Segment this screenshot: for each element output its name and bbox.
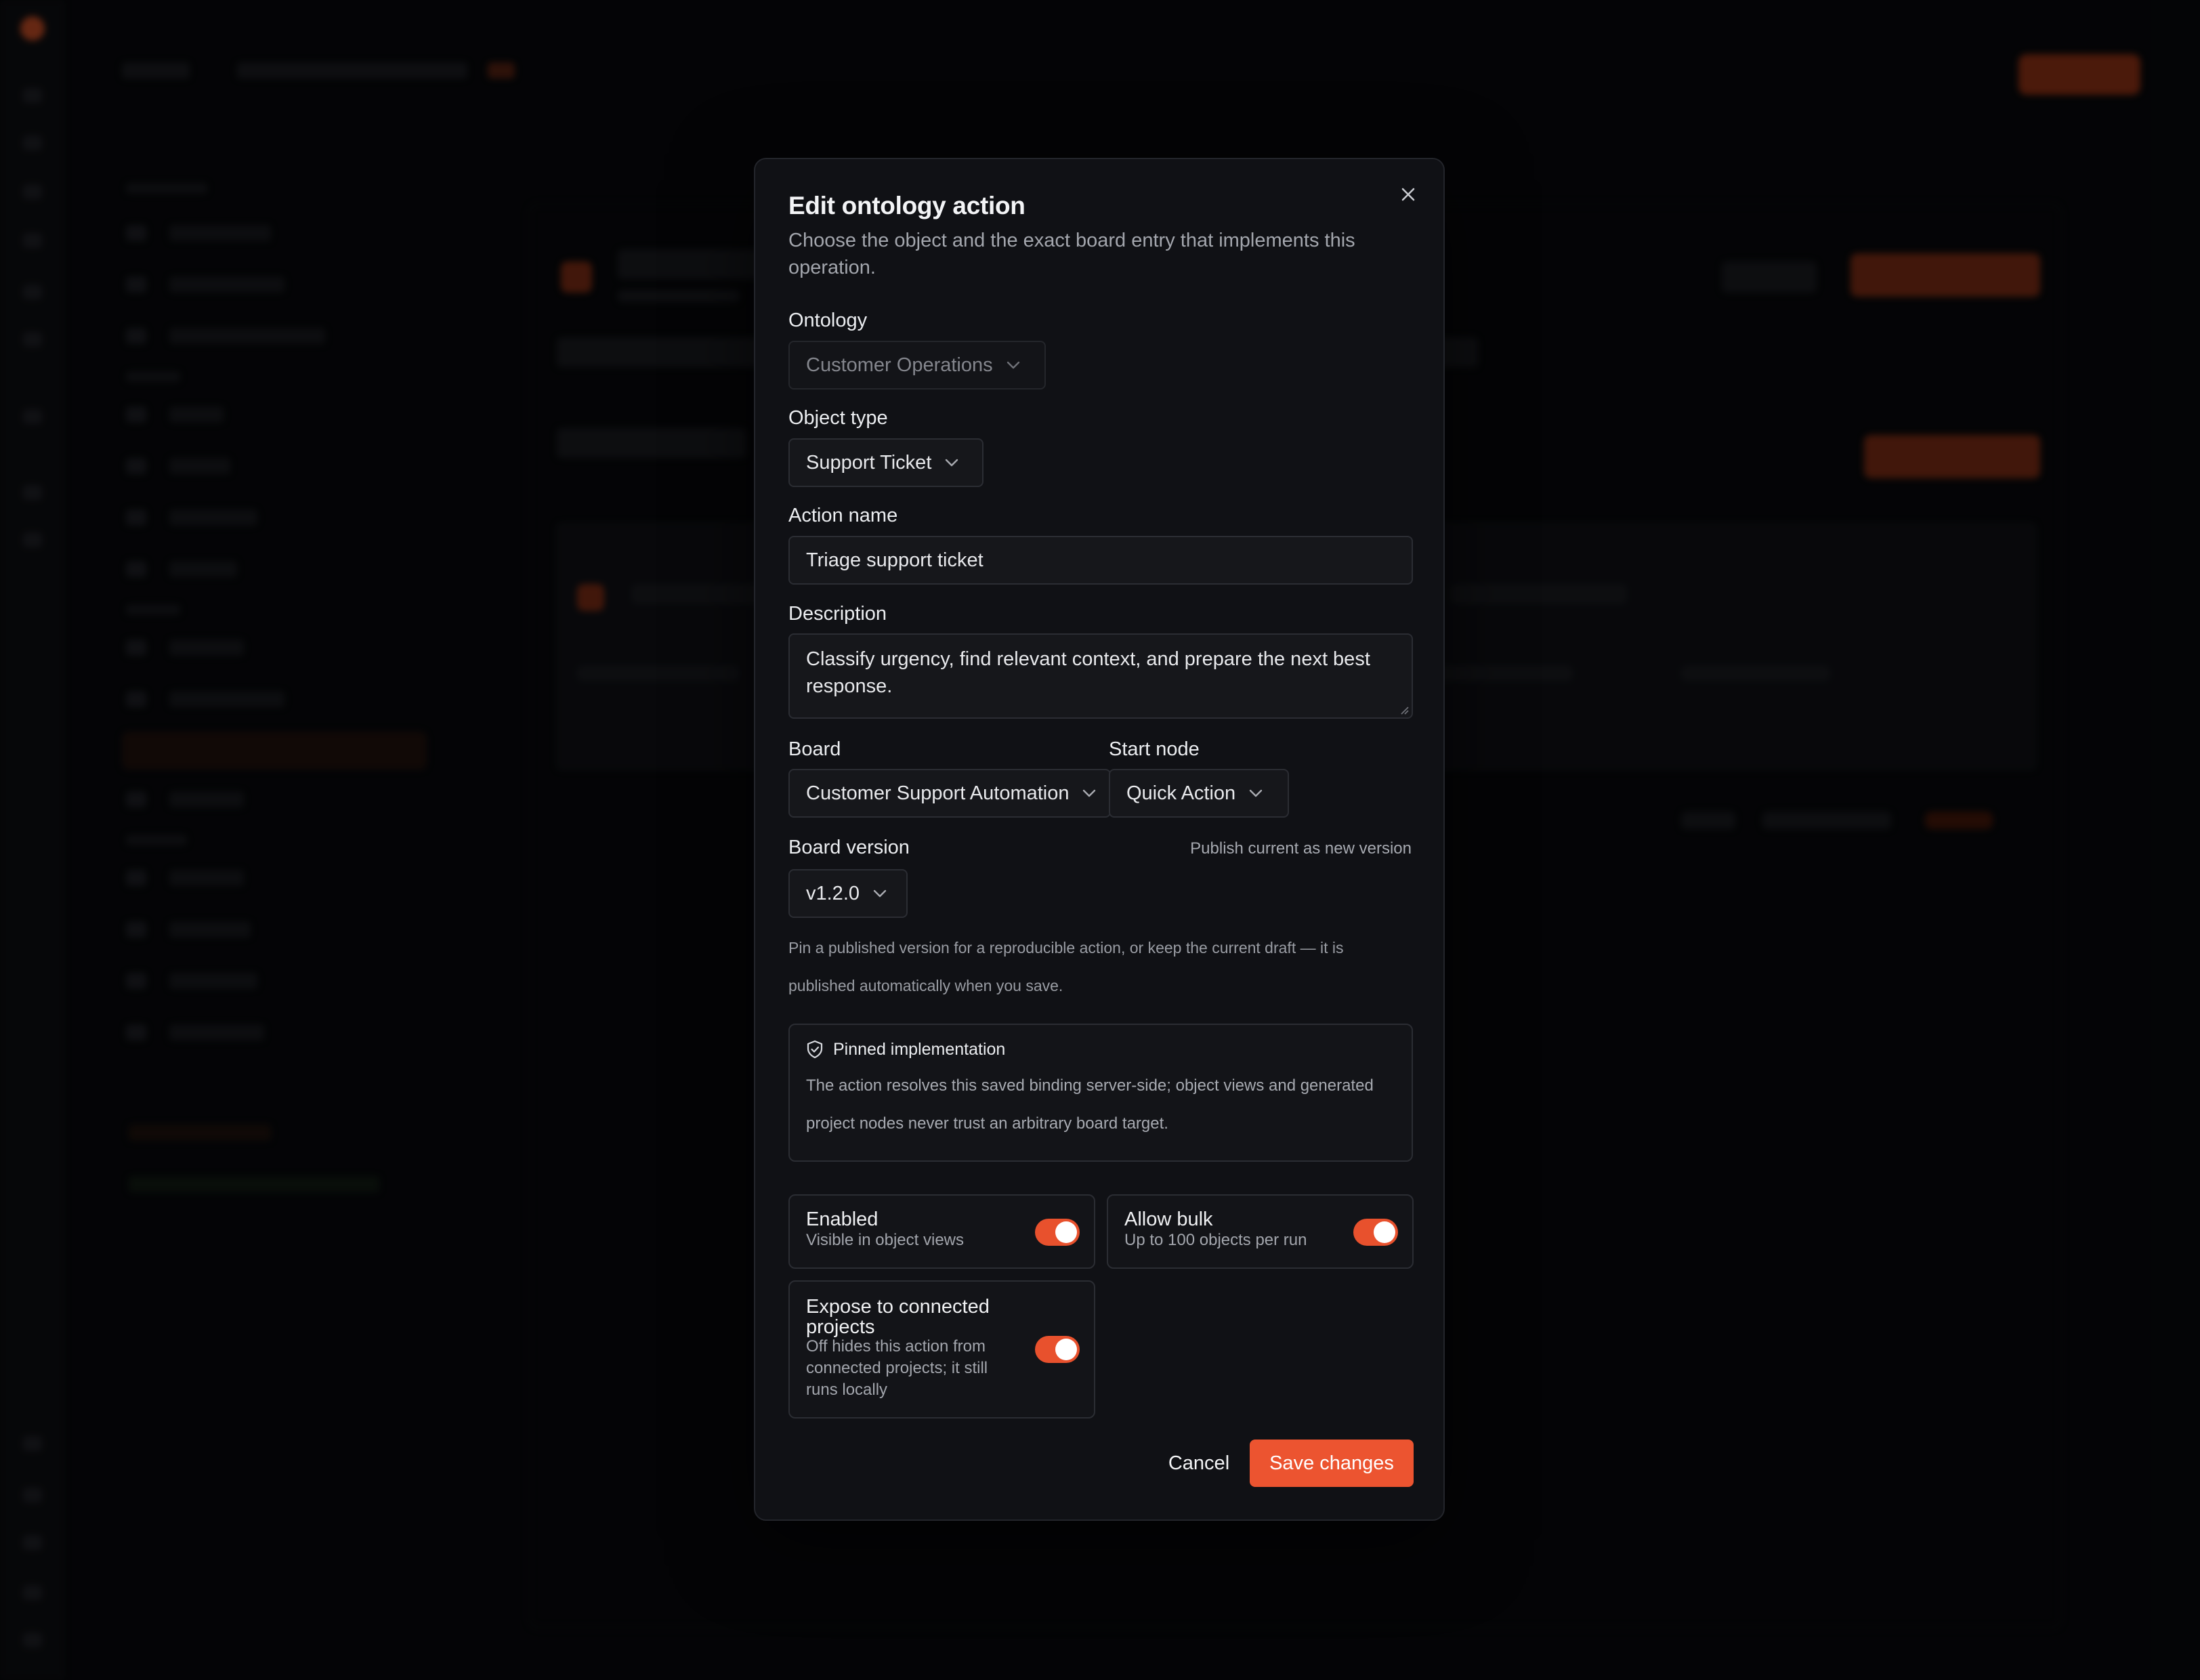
allow-bulk-toggle[interactable]	[1353, 1219, 1398, 1246]
pinned-title: Pinned implementation	[833, 1040, 1006, 1059]
chevron-down-icon	[945, 459, 958, 467]
description-textarea[interactable]: Classify urgency, find relevant context,…	[788, 633, 1413, 719]
start-node-select[interactable]: Quick Action	[1109, 769, 1289, 818]
action-name-input[interactable]: Triage support ticket	[788, 536, 1413, 585]
board-version-select[interactable]: v1.2.0	[788, 869, 908, 918]
expose-card: Expose to connected projects Off hides t…	[788, 1280, 1095, 1419]
board-version-value: v1.2.0	[806, 882, 860, 904]
chevron-down-icon	[1082, 789, 1096, 797]
board-label: Board	[788, 738, 841, 760]
dialog-subtitle: Choose the object and the exact board en…	[788, 230, 1355, 278]
board-version-hint: Pin a published version for a reproducib…	[788, 939, 1344, 994]
expose-toggle[interactable]	[1035, 1336, 1080, 1363]
publish-version-link[interactable]: Publish current as new version	[1190, 839, 1412, 858]
chevron-down-icon	[1007, 361, 1020, 369]
ontology-select[interactable]: Customer Operations	[788, 341, 1046, 390]
save-button[interactable]: Save changes	[1250, 1440, 1414, 1487]
close-button[interactable]	[1393, 180, 1423, 209]
enabled-toggle[interactable]	[1035, 1219, 1080, 1246]
allow-bulk-title: Allow bulk	[1124, 1209, 1213, 1230]
enabled-card: Enabled Visible in object views	[788, 1194, 1095, 1269]
description-value: Classify urgency, find relevant context,…	[806, 648, 1370, 697]
resize-handle-icon[interactable]	[1399, 705, 1409, 715]
ontology-value: Customer Operations	[806, 354, 993, 376]
chevron-down-icon	[873, 889, 887, 898]
expose-subtitle: Off hides this action from connected pro…	[806, 1337, 988, 1399]
expose-title: Expose to connected projects	[806, 1296, 990, 1338]
pinned-implementation-card: Pinned implementation The action resolve…	[788, 1024, 1413, 1162]
shield-check-icon	[807, 1040, 823, 1059]
allow-bulk-subtitle: Up to 100 objects per run	[1124, 1231, 1307, 1249]
edit-action-dialog: Edit ontology action Choose the object a…	[754, 158, 1445, 1521]
object-type-label: Object type	[788, 407, 888, 429]
start-node-label: Start node	[1109, 738, 1200, 760]
board-select[interactable]: Customer Support Automation	[788, 769, 1111, 818]
board-value: Customer Support Automation	[806, 782, 1070, 804]
enabled-subtitle: Visible in object views	[806, 1231, 965, 1249]
cancel-button[interactable]: Cancel	[1158, 1440, 1240, 1487]
object-type-value: Support Ticket	[806, 451, 932, 474]
enabled-title: Enabled	[806, 1209, 879, 1230]
pinned-text: The action resolves this saved binding s…	[806, 1076, 1374, 1133]
dialog-title: Edit ontology action	[788, 192, 1025, 219]
action-name-label: Action name	[788, 505, 898, 526]
allow-bulk-card: Allow bulk Up to 100 objects per run	[1107, 1194, 1414, 1269]
chevron-down-icon	[1249, 789, 1263, 797]
start-node-value: Quick Action	[1126, 782, 1236, 804]
ontology-label: Ontology	[788, 310, 868, 331]
close-icon	[1401, 188, 1415, 201]
object-type-select[interactable]: Support Ticket	[788, 438, 983, 487]
description-label: Description	[788, 603, 887, 625]
board-version-label: Board version	[788, 837, 910, 858]
